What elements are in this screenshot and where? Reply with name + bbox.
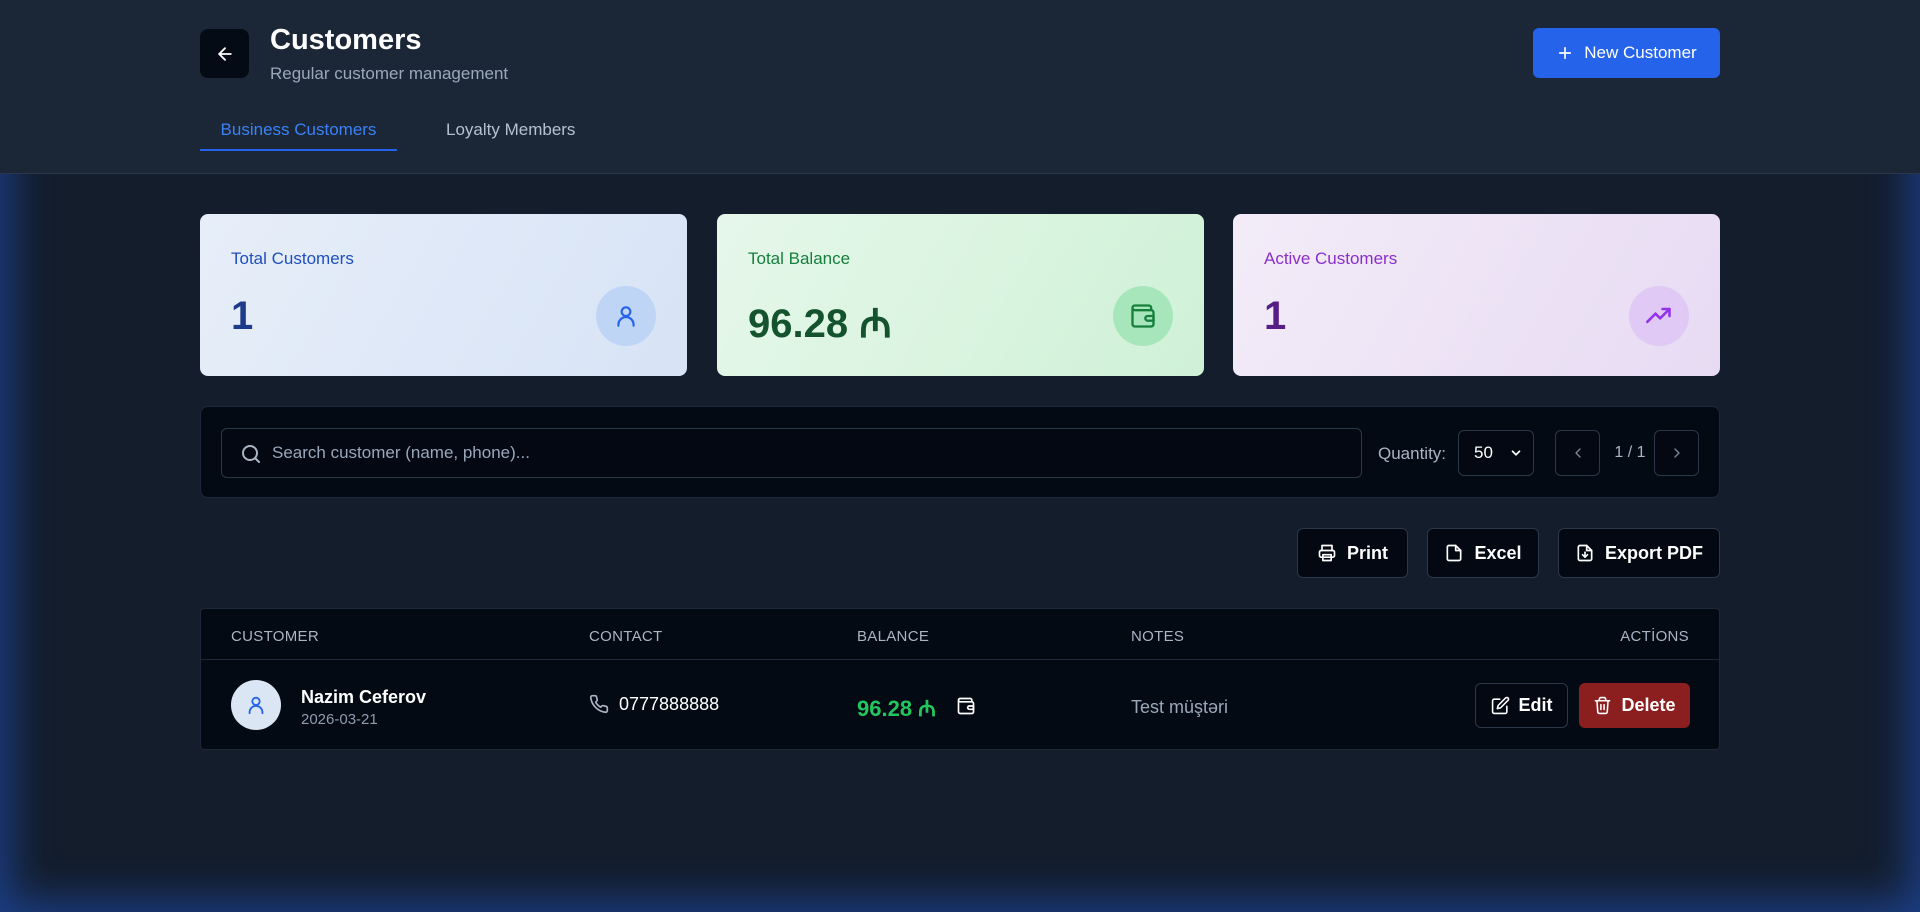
edit-icon (1491, 696, 1509, 715)
edit-button[interactable]: Edit (1475, 683, 1568, 728)
stat-label: Total Balance (748, 249, 851, 268)
trending-up-icon (1629, 286, 1689, 346)
wallet-icon (1113, 286, 1173, 346)
chevron-down-icon (1511, 450, 1521, 456)
new-customer-button[interactable]: New Customer (1533, 28, 1720, 78)
printer-icon (1318, 544, 1336, 562)
file-icon (1446, 544, 1462, 562)
stat-card-total-balance: Total Balance 96.28 ₼ (717, 214, 1204, 376)
stat-label: Active Customers (1264, 249, 1398, 268)
column-header-customer[interactable]: CUSTOMER (231, 628, 319, 645)
customer-balance: 96.28 ₼ (857, 696, 936, 721)
tab-business-customers[interactable]: Business Customers (200, 120, 397, 140)
user-icon (248, 696, 264, 715)
trash-icon (1595, 696, 1611, 715)
page-subtitle: Regular customer management (270, 64, 509, 83)
active-tab-indicator (200, 149, 397, 151)
print-button[interactable]: Print (1297, 528, 1408, 578)
user-icon (596, 286, 656, 346)
column-header-contact[interactable]: CONTACT (589, 628, 662, 645)
customer-name: Nazim Ceferov (301, 687, 427, 707)
print-label: Print (1346, 542, 1388, 563)
stat-label: Total Customers (231, 249, 354, 268)
page-info: 1 / 1 (1614, 444, 1646, 461)
stat-card-active-customers: Active Customers 1 (1233, 214, 1720, 376)
tab-loyalty-members[interactable]: Loyalty Members (446, 120, 575, 140)
column-header-balance[interactable]: BALANCE (857, 628, 929, 645)
search-box[interactable] (221, 428, 1362, 478)
stat-value: 1 (231, 294, 254, 338)
stat-value: 96.28 ₼ (748, 302, 892, 346)
edit-label: Edit (1518, 695, 1553, 715)
quantity-select[interactable]: 50 (1458, 430, 1534, 476)
customers-table: CUSTOMER CONTACT BALANCE NOTES ACTİONS N… (200, 608, 1720, 750)
stat-card-total-customers: Total Customers 1 (200, 214, 687, 376)
export-pdf-label: Export PDF (1604, 542, 1703, 563)
delete-label: Delete (1621, 695, 1676, 715)
arrow-left-icon (217, 46, 232, 61)
table-row[interactable]: Nazim Ceferov 2026-03-21 0777888888 96.2… (201, 660, 1719, 750)
search-input[interactable] (272, 429, 1352, 477)
export-pdf-button[interactable]: Export PDF (1558, 528, 1720, 578)
excel-label: Excel (1474, 542, 1522, 563)
file-download-icon (1577, 544, 1593, 562)
column-header-actions: ACTİONS (1620, 628, 1689, 645)
quantity-label: Quantity: (1378, 444, 1447, 463)
customer-notes: Test müştəri (1131, 697, 1229, 717)
search-icon (242, 445, 260, 463)
customer-date: 2026-03-21 (301, 711, 378, 728)
stat-value: 1 (1264, 294, 1287, 338)
next-page-button[interactable] (1654, 430, 1699, 476)
customer-phone: 0777888888 (619, 694, 720, 714)
filter-bar: Quantity: 50 1 / 1 (200, 406, 1720, 498)
page-title: Customers (270, 24, 422, 56)
avatar (231, 680, 281, 730)
new-customer-label: New Customer (1584, 43, 1697, 62)
back-button[interactable] (200, 29, 249, 78)
delete-button[interactable]: Delete (1579, 683, 1690, 728)
chevron-left-icon (1574, 448, 1581, 458)
plus-icon (1559, 46, 1572, 60)
quantity-value: 50 (1474, 443, 1493, 462)
table-header: CUSTOMER CONTACT BALANCE NOTES ACTİONS (201, 609, 1719, 660)
wallet-icon[interactable] (956, 696, 976, 716)
previous-page-button[interactable] (1555, 430, 1600, 476)
column-header-notes[interactable]: NOTES (1131, 628, 1184, 645)
chevron-right-icon (1673, 448, 1680, 458)
phone-icon (589, 694, 609, 714)
excel-button[interactable]: Excel (1427, 528, 1539, 578)
